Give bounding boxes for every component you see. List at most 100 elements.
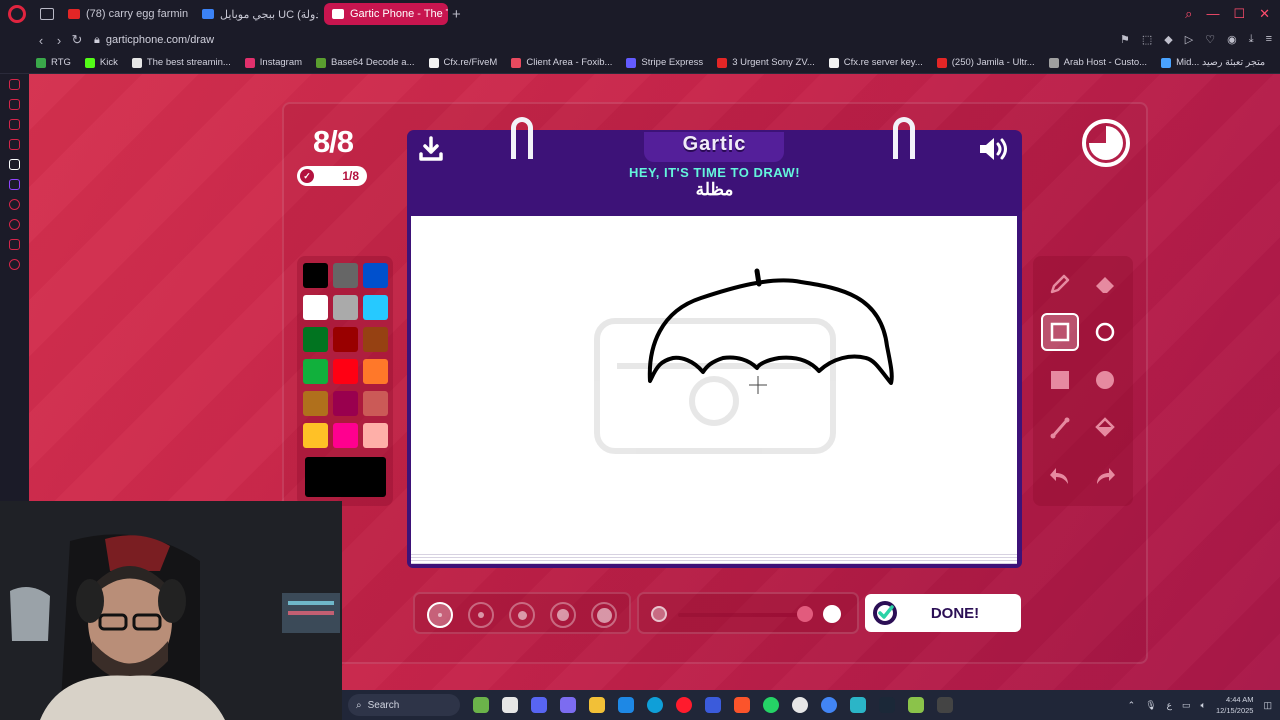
- bookmark-item[interactable]: (250) Jamila - Ultr...: [936, 57, 1035, 68]
- taskbar-app-icon[interactable]: [908, 697, 924, 713]
- rectangle-filled-icon[interactable]: [1041, 361, 1079, 399]
- menu-icon[interactable]: ≡: [1266, 33, 1272, 46]
- color-swatch[interactable]: [333, 391, 358, 416]
- color-swatch[interactable]: [303, 391, 328, 416]
- color-swatch[interactable]: [303, 423, 328, 448]
- color-swatch[interactable]: [333, 295, 358, 320]
- file-explorer-icon[interactable]: [589, 697, 605, 713]
- history-icon[interactable]: [9, 219, 20, 230]
- volume-icon[interactable]: 🔈︎: [1201, 700, 1206, 711]
- line-icon[interactable]: [1041, 409, 1079, 447]
- whatsapp-icon[interactable]: [763, 697, 779, 713]
- bookmark-item[interactable]: RTG: [36, 57, 71, 68]
- bookmark-icon[interactable]: ⚑: [1120, 33, 1130, 46]
- color-swatch[interactable]: [303, 359, 328, 384]
- reload-icon[interactable]: ↻: [68, 32, 86, 48]
- bookmark-item[interactable]: Base64 Decode a...: [316, 57, 415, 68]
- new-tab-button[interactable]: +: [452, 6, 461, 23]
- edge-icon[interactable]: [647, 697, 663, 713]
- brush-size-4[interactable]: [550, 602, 576, 628]
- color-swatch[interactable]: [333, 359, 358, 384]
- steam-icon[interactable]: [879, 697, 895, 713]
- color-swatch[interactable]: [303, 263, 328, 288]
- download-icon[interactable]: ⤓: [1249, 33, 1254, 46]
- bookmark-item[interactable]: Cfx.re server key...: [828, 57, 923, 68]
- opera-logo-icon[interactable]: [8, 5, 26, 23]
- discord-icon[interactable]: [531, 697, 547, 713]
- tab-carry-egg[interactable]: (78) carry egg farming sir: [60, 3, 188, 25]
- bookmark-item[interactable]: Arab Host - Custo...: [1048, 57, 1147, 68]
- rectangle-outline-icon[interactable]: [1041, 313, 1079, 351]
- back-icon[interactable]: ‹: [32, 33, 50, 48]
- minimize-icon[interactable]: —: [1206, 6, 1219, 22]
- color-swatch[interactable]: [363, 391, 388, 416]
- bookmark-item[interactable]: The best streamin...: [131, 57, 231, 68]
- twitch-icon[interactable]: [9, 179, 20, 190]
- drawing-canvas[interactable]: [411, 216, 1017, 552]
- taskbar-app-icon[interactable]: [705, 697, 721, 713]
- sidebar-app-icon[interactable]: [9, 79, 20, 90]
- bookmark-item[interactable]: Instagram: [244, 57, 302, 68]
- color-swatch[interactable]: [303, 327, 328, 352]
- microphone-icon[interactable]: 🎙︎: [1145, 700, 1156, 711]
- store-icon[interactable]: [618, 697, 634, 713]
- taskbar-app-icon[interactable]: [792, 697, 808, 713]
- tab-menu-icon[interactable]: [40, 8, 54, 20]
- maximize-icon[interactable]: ☐: [1233, 6, 1245, 22]
- url-field[interactable]: 🔒︎ garticphone.com/draw: [94, 34, 214, 47]
- taskbar-search[interactable]: ⌕ Search: [348, 694, 460, 716]
- chevron-up-icon[interactable]: ⌃: [1128, 700, 1136, 711]
- brush-size-5[interactable]: [591, 602, 617, 628]
- ellipse-filled-icon[interactable]: [1086, 361, 1124, 399]
- shield-icon[interactable]: ◆: [1164, 33, 1172, 46]
- settings-icon[interactable]: [9, 259, 20, 270]
- color-swatch[interactable]: [333, 263, 358, 288]
- taskbar-app-icon[interactable]: [850, 697, 866, 713]
- brush-size-3[interactable]: [509, 602, 535, 628]
- taskbar-app-icon[interactable]: [937, 697, 953, 713]
- play-icon[interactable]: ▷: [1185, 33, 1193, 46]
- bookmark-item[interactable]: Client Area - Foxib...: [511, 57, 612, 68]
- bookmark-item[interactable]: 3 Urgent Sony ZV...: [717, 57, 815, 68]
- copilot-icon[interactable]: [560, 697, 576, 713]
- account-icon[interactable]: ◉: [1227, 33, 1237, 46]
- redo-icon[interactable]: [1086, 457, 1124, 495]
- language-indicator[interactable]: ع: [1167, 700, 1172, 711]
- search-tabs-icon[interactable]: ⌕: [1185, 6, 1192, 22]
- network-icon[interactable]: ▭: [1182, 700, 1191, 711]
- download-icon[interactable]: [417, 135, 445, 163]
- sidebar-app-icon[interactable]: [9, 119, 20, 130]
- bookmark-item[interactable]: Mid... متجر تعبئة رصيد: [1161, 57, 1265, 68]
- done-button[interactable]: DONE!: [865, 594, 1021, 632]
- sound-icon[interactable]: [977, 135, 1011, 163]
- snapshot-icon[interactable]: ⬚: [1142, 33, 1152, 46]
- sidebar-app-icon[interactable]: [9, 139, 20, 150]
- eraser-icon[interactable]: [1086, 265, 1124, 303]
- color-swatch[interactable]: [303, 295, 328, 320]
- heart-icon[interactable]: ♡: [1205, 33, 1215, 46]
- brave-icon[interactable]: [734, 697, 750, 713]
- sidebar-app-icon[interactable]: [9, 239, 20, 250]
- color-swatch[interactable]: [363, 263, 388, 288]
- close-icon[interactable]: ✕: [1259, 6, 1270, 22]
- notification-icon[interactable]: ◫: [1263, 700, 1272, 711]
- forward-icon[interactable]: ›: [50, 33, 68, 48]
- chrome-icon[interactable]: [821, 697, 837, 713]
- sidebar-app-icon[interactable]: [9, 159, 20, 170]
- fill-bucket-icon[interactable]: [1086, 409, 1124, 447]
- color-swatch[interactable]: [363, 295, 388, 320]
- opera-icon[interactable]: [676, 697, 692, 713]
- opacity-slider-thumb[interactable]: [797, 606, 813, 622]
- color-swatch[interactable]: [333, 423, 358, 448]
- sidebar-app-icon[interactable]: [9, 199, 20, 210]
- brush-size-2[interactable]: [468, 602, 494, 628]
- sidebar-app-icon[interactable]: [9, 99, 20, 110]
- bookmark-item[interactable]: Cfx.re/FiveM: [428, 57, 497, 68]
- pencil-icon[interactable]: [1041, 265, 1079, 303]
- tab-gartic-phone[interactable]: Gartic Phone - The Teleph: [324, 3, 448, 25]
- opacity-slider-track[interactable]: [678, 613, 806, 617]
- undo-icon[interactable]: [1041, 457, 1079, 495]
- color-swatch[interactable]: [363, 327, 388, 352]
- color-swatch[interactable]: [333, 327, 358, 352]
- brush-size-1[interactable]: [427, 602, 453, 628]
